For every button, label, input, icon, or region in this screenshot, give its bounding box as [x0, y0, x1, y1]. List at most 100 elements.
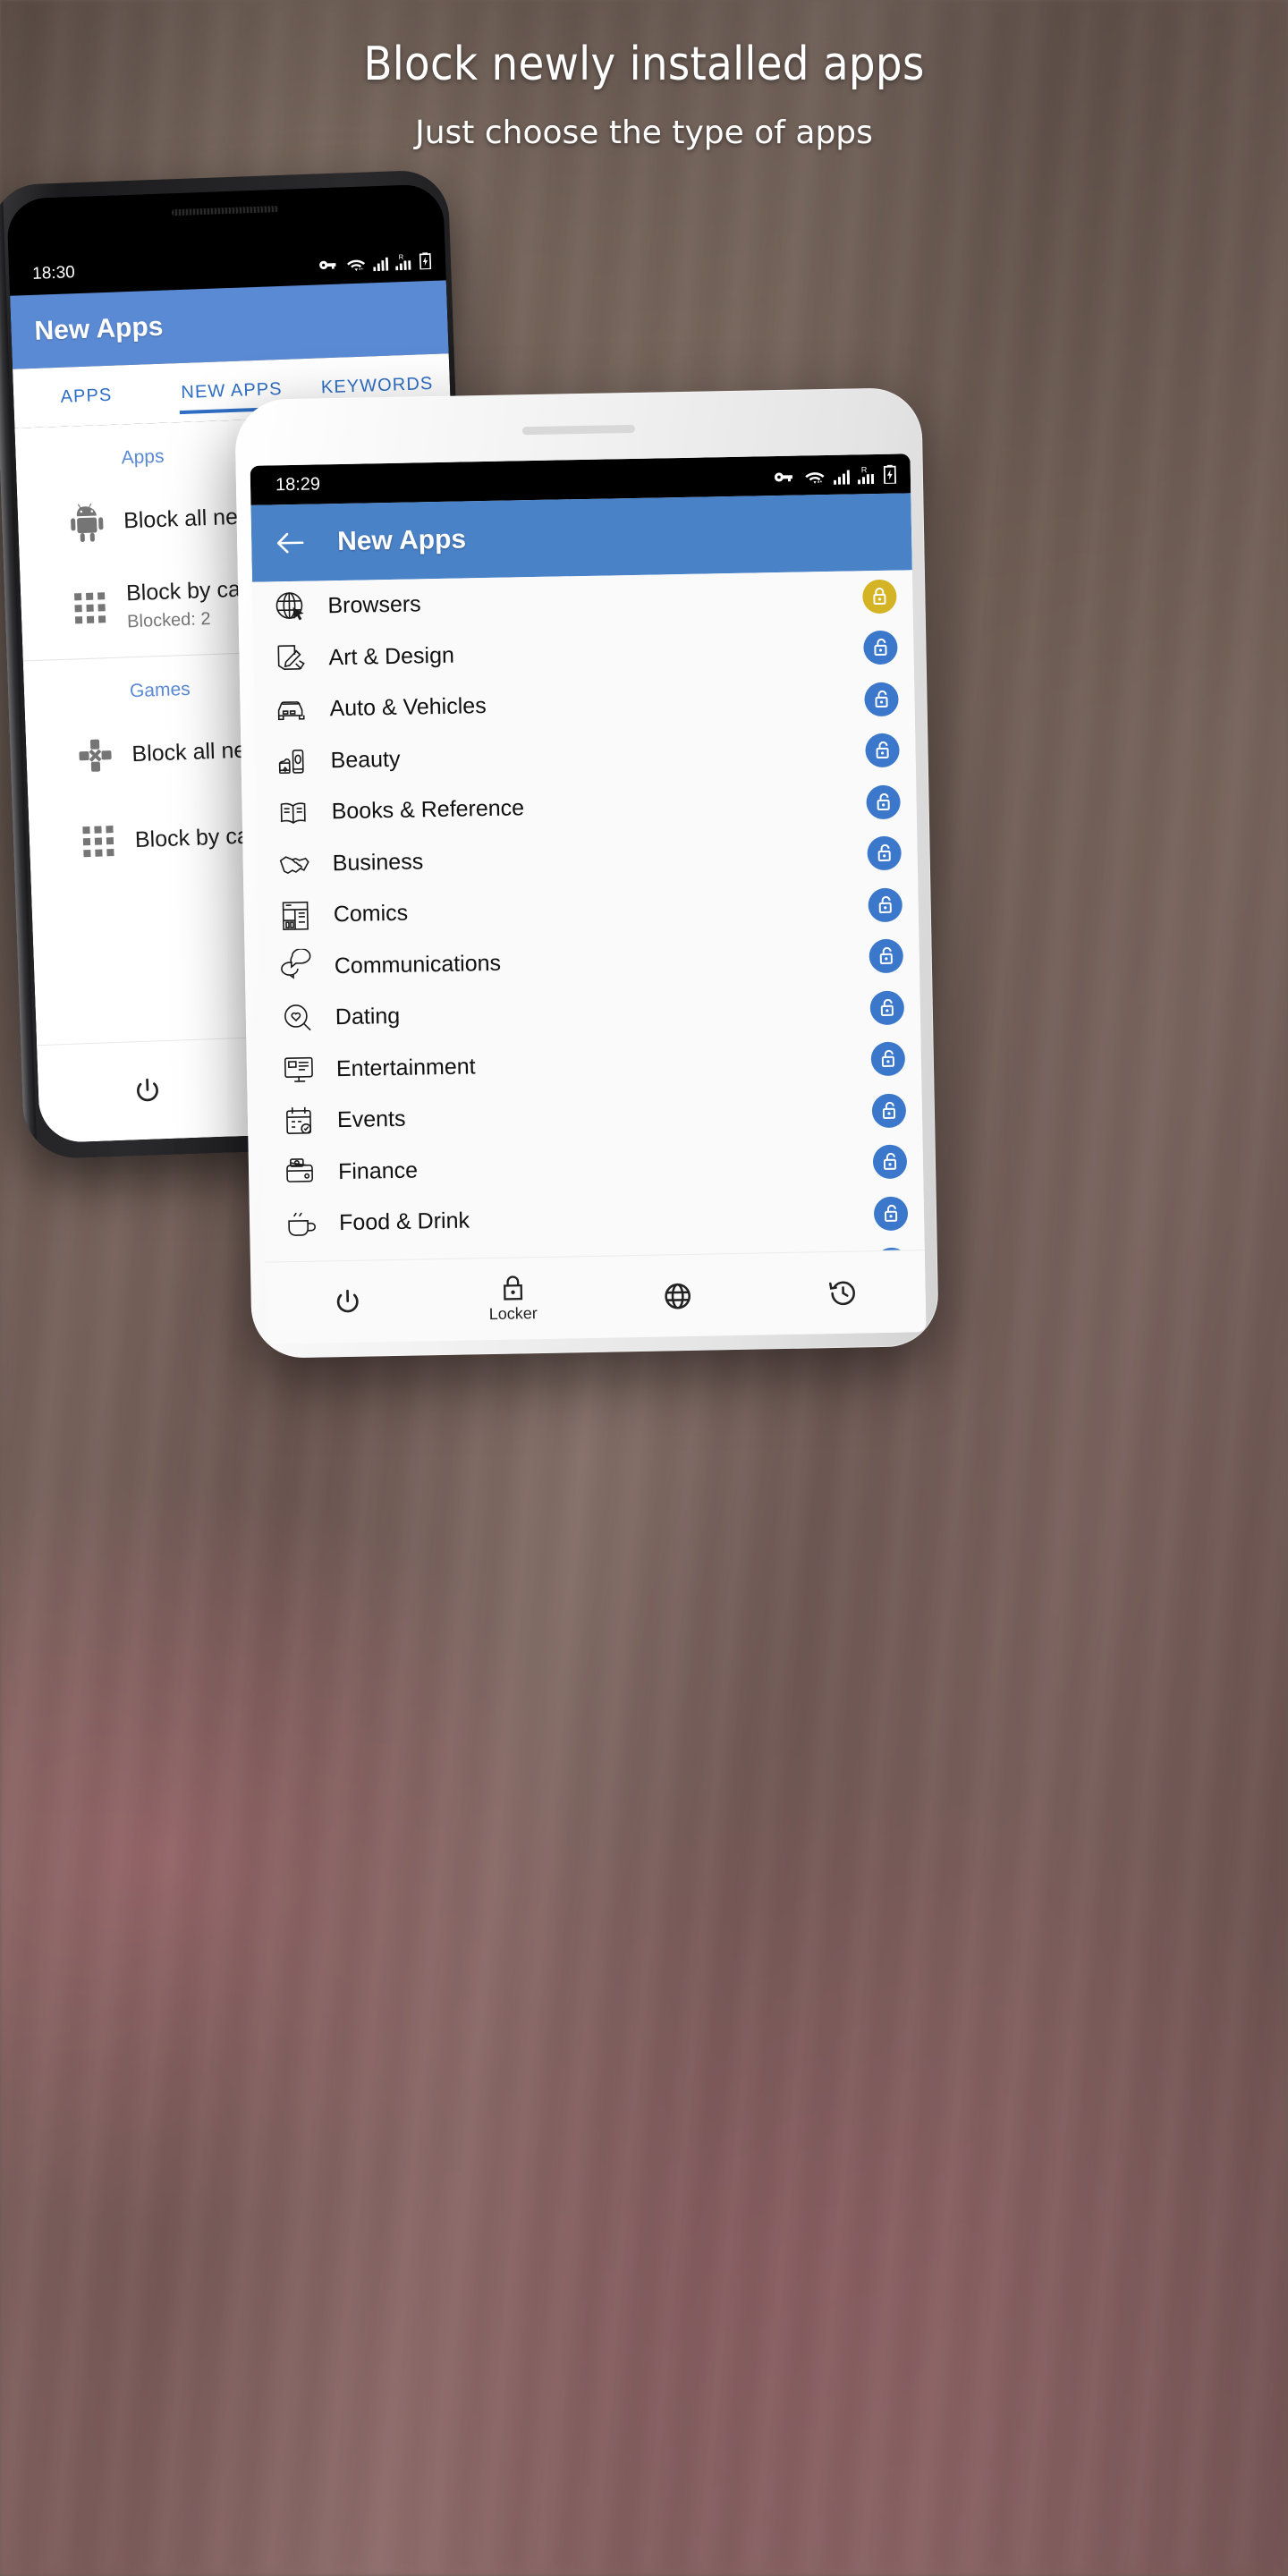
vpn-key-icon [774, 471, 792, 481]
list-item-label: Food & Drink [338, 1208, 470, 1236]
arrow-back-icon[interactable] [275, 530, 306, 556]
lock-unlocked-icon [877, 792, 890, 810]
list-item-label: Events [336, 1106, 406, 1133]
car-icon [265, 691, 321, 728]
status-badge-unlocked[interactable] [866, 784, 901, 820]
tab-keywords-label: KEYWORDS [320, 373, 434, 397]
list-item-label: Dating [335, 1004, 401, 1030]
lock-unlocked-icon [874, 639, 887, 657]
status-badge-unlocked[interactable] [864, 682, 899, 717]
coffee-cup-icon [275, 1206, 331, 1242]
lock-unlocked-icon [877, 844, 891, 862]
chat-bubbles-icon [270, 948, 326, 986]
dating-heart-icon [271, 1000, 327, 1037]
status-badge-unlocked[interactable] [869, 990, 905, 1025]
list-item-label: Communications [334, 950, 502, 979]
list-item-label: Books & Reference [331, 795, 525, 825]
left-status-icons: R [319, 251, 432, 272]
lock-unlocked-icon [878, 895, 892, 913]
status-badge-unlocked[interactable] [872, 1144, 908, 1180]
status-badge-unlocked[interactable] [865, 733, 900, 768]
list-item-label: Entertainment [335, 1054, 476, 1081]
status-badge-unlocked[interactable] [869, 938, 904, 974]
promo-headline: Block newly installed apps [363, 38, 925, 91]
right-nav-history[interactable] [760, 1276, 926, 1309]
list-item-label: Art & Design [328, 642, 455, 670]
android-icon [49, 501, 124, 543]
earpiece-speaker [171, 205, 279, 216]
lock-unlocked-icon [875, 690, 888, 708]
tab-apps-label: APPS [60, 385, 113, 407]
lock-unlocked-icon [881, 1050, 894, 1068]
signal-roaming-icon: R [395, 252, 411, 270]
svg-text:R: R [861, 465, 868, 474]
art-design-icon [264, 640, 320, 677]
left-status-time: 18:30 [31, 263, 76, 284]
right-phone-body: 18:29 R New Apps Browsers Art & Design A… [234, 387, 939, 1359]
status-badge-unlocked[interactable] [873, 1196, 909, 1231]
entertainment-icon [272, 1052, 328, 1089]
signal-icon [833, 470, 851, 485]
left-app-bar-title: New Apps [33, 311, 164, 346]
gamepad-icon [58, 737, 132, 774]
lock-icon [503, 1275, 522, 1301]
right-nav-power[interactable] [265, 1285, 430, 1318]
left-nav-power[interactable] [38, 1072, 257, 1110]
wallet-finance-icon [274, 1155, 330, 1191]
right-phone-mockup: 18:29 R New Apps Browsers Art & Design A… [234, 387, 939, 1359]
wifi-icon [805, 471, 825, 484]
right-phone-screen: 18:29 R New Apps Browsers Art & Design A… [250, 453, 927, 1344]
svg-text:R: R [398, 252, 403, 260]
comics-icon [268, 897, 325, 934]
right-app-bar: New Apps [250, 493, 912, 582]
category-list: Browsers Art & Design Auto & Vehicles Be… [251, 570, 925, 1262]
lock-locked-icon [873, 587, 886, 605]
status-badge-unlocked[interactable] [863, 630, 898, 665]
battery-charging-icon [419, 251, 432, 269]
status-badge-unlocked[interactable] [868, 887, 903, 922]
lock-unlocked-icon [885, 1204, 898, 1222]
power-icon [136, 1078, 158, 1101]
right-nav-locker[interactable]: Locker [430, 1273, 596, 1325]
right-nav-globe[interactable] [595, 1279, 760, 1312]
list-item-label: Finance [337, 1157, 419, 1184]
beauty-icon [266, 743, 322, 780]
list-item-label: Business [332, 849, 424, 876]
browser-globe-icon [263, 589, 319, 625]
grid-apps-icon [53, 590, 127, 625]
right-nav-locker-label: Locker [488, 1304, 538, 1324]
status-badge-unlocked[interactable] [871, 1093, 907, 1128]
status-badge-unlocked[interactable] [870, 1041, 906, 1077]
lock-unlocked-icon [882, 1101, 896, 1119]
tab-apps[interactable]: APPS [13, 383, 159, 409]
globe-icon [665, 1283, 691, 1309]
right-status-time: 18:29 [275, 473, 321, 495]
handshake-icon [267, 846, 324, 883]
book-icon [267, 794, 323, 831]
signal-roaming-icon: R [857, 465, 875, 484]
history-icon [828, 1281, 855, 1305]
lock-unlocked-icon [883, 1153, 897, 1171]
vpn-key-icon [319, 260, 336, 269]
lock-unlocked-icon [879, 947, 893, 965]
power-icon [337, 1289, 359, 1312]
signal-icon [373, 257, 389, 271]
right-bottom-nav: Locker [264, 1250, 927, 1344]
battery-charging-icon [883, 464, 896, 484]
list-item-label: Beauty [330, 746, 401, 773]
right-app-bar-title: New Apps [336, 524, 467, 557]
status-badge-unlocked[interactable] [867, 835, 902, 871]
calendar-events-icon [273, 1103, 329, 1140]
status-badge-locked[interactable] [862, 579, 897, 614]
earpiece-speaker [521, 424, 635, 436]
tab-keywords[interactable]: KEYWORDS [304, 373, 450, 399]
list-item-label: Auto & Vehicles [329, 693, 487, 722]
promo-subheadline: Just choose the type of apps [415, 114, 873, 151]
lock-unlocked-icon [880, 998, 894, 1016]
right-status-icons: R [774, 464, 896, 485]
grid-apps-icon [61, 824, 135, 859]
list-item-label: Comics [333, 900, 409, 928]
wifi-icon [346, 259, 366, 271]
promo-text-block: Block newly installed apps Just choose t… [0, 38, 1288, 151]
lock-unlocked-icon [876, 741, 889, 759]
